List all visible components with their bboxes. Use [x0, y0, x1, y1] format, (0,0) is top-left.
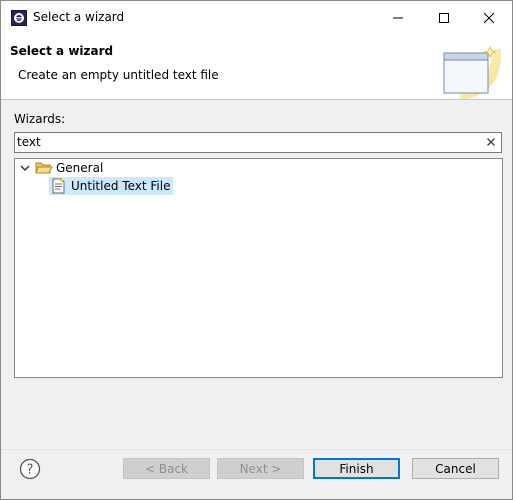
tree-item-label: General [56, 161, 104, 175]
selection-highlight: Untitled Text File [49, 177, 174, 195]
next-button[interactable]: Next > [217, 458, 304, 479]
back-button[interactable]: < Back [123, 458, 210, 479]
button-bar: ? < Back Next > Finish Cancel [1, 449, 512, 499]
page-title: Select a wizard [10, 44, 114, 58]
tree-item-label: Untitled Text File [71, 179, 171, 193]
new-wizard-banner-icon [443, 46, 502, 99]
footer-divider [1, 449, 512, 450]
tree-item-general[interactable]: General [19, 159, 103, 177]
finish-button[interactable]: Finish [313, 458, 400, 479]
title-bar[interactable]: Select a wizard [1, 1, 512, 35]
tree-item-untitled-text-file[interactable]: Untitled Text File [49, 177, 174, 195]
page-description: Create an empty untitled text file [18, 68, 219, 82]
minimize-button[interactable] [375, 1, 421, 35]
wizard-body: Wizards: General [1, 100, 512, 449]
maximize-icon [439, 13, 449, 23]
eclipse-app-icon [11, 10, 27, 26]
svg-text:?: ? [27, 463, 34, 478]
wizard-dialog: Select a wizard Select a wizard Create a… [0, 0, 513, 500]
clear-filter-icon[interactable] [485, 136, 497, 148]
close-button[interactable] [466, 1, 512, 35]
maximize-button[interactable] [421, 1, 467, 35]
minimize-icon [393, 17, 403, 19]
help-icon[interactable]: ? [19, 458, 41, 480]
close-icon [483, 12, 495, 24]
window-title: Select a wizard [33, 10, 125, 24]
cancel-button[interactable]: Cancel [412, 458, 499, 479]
text-file-icon [52, 178, 65, 194]
chevron-down-icon[interactable] [19, 162, 31, 174]
wizards-label: Wizards: [14, 112, 66, 126]
wizard-filter-input[interactable] [17, 134, 477, 150]
wizard-filter-field[interactable] [14, 132, 502, 153]
folder-open-icon [35, 162, 53, 174]
wizard-header: Select a wizard Create an empty untitled… [1, 35, 512, 100]
wizard-tree[interactable]: General Untitled Text File [14, 158, 503, 378]
